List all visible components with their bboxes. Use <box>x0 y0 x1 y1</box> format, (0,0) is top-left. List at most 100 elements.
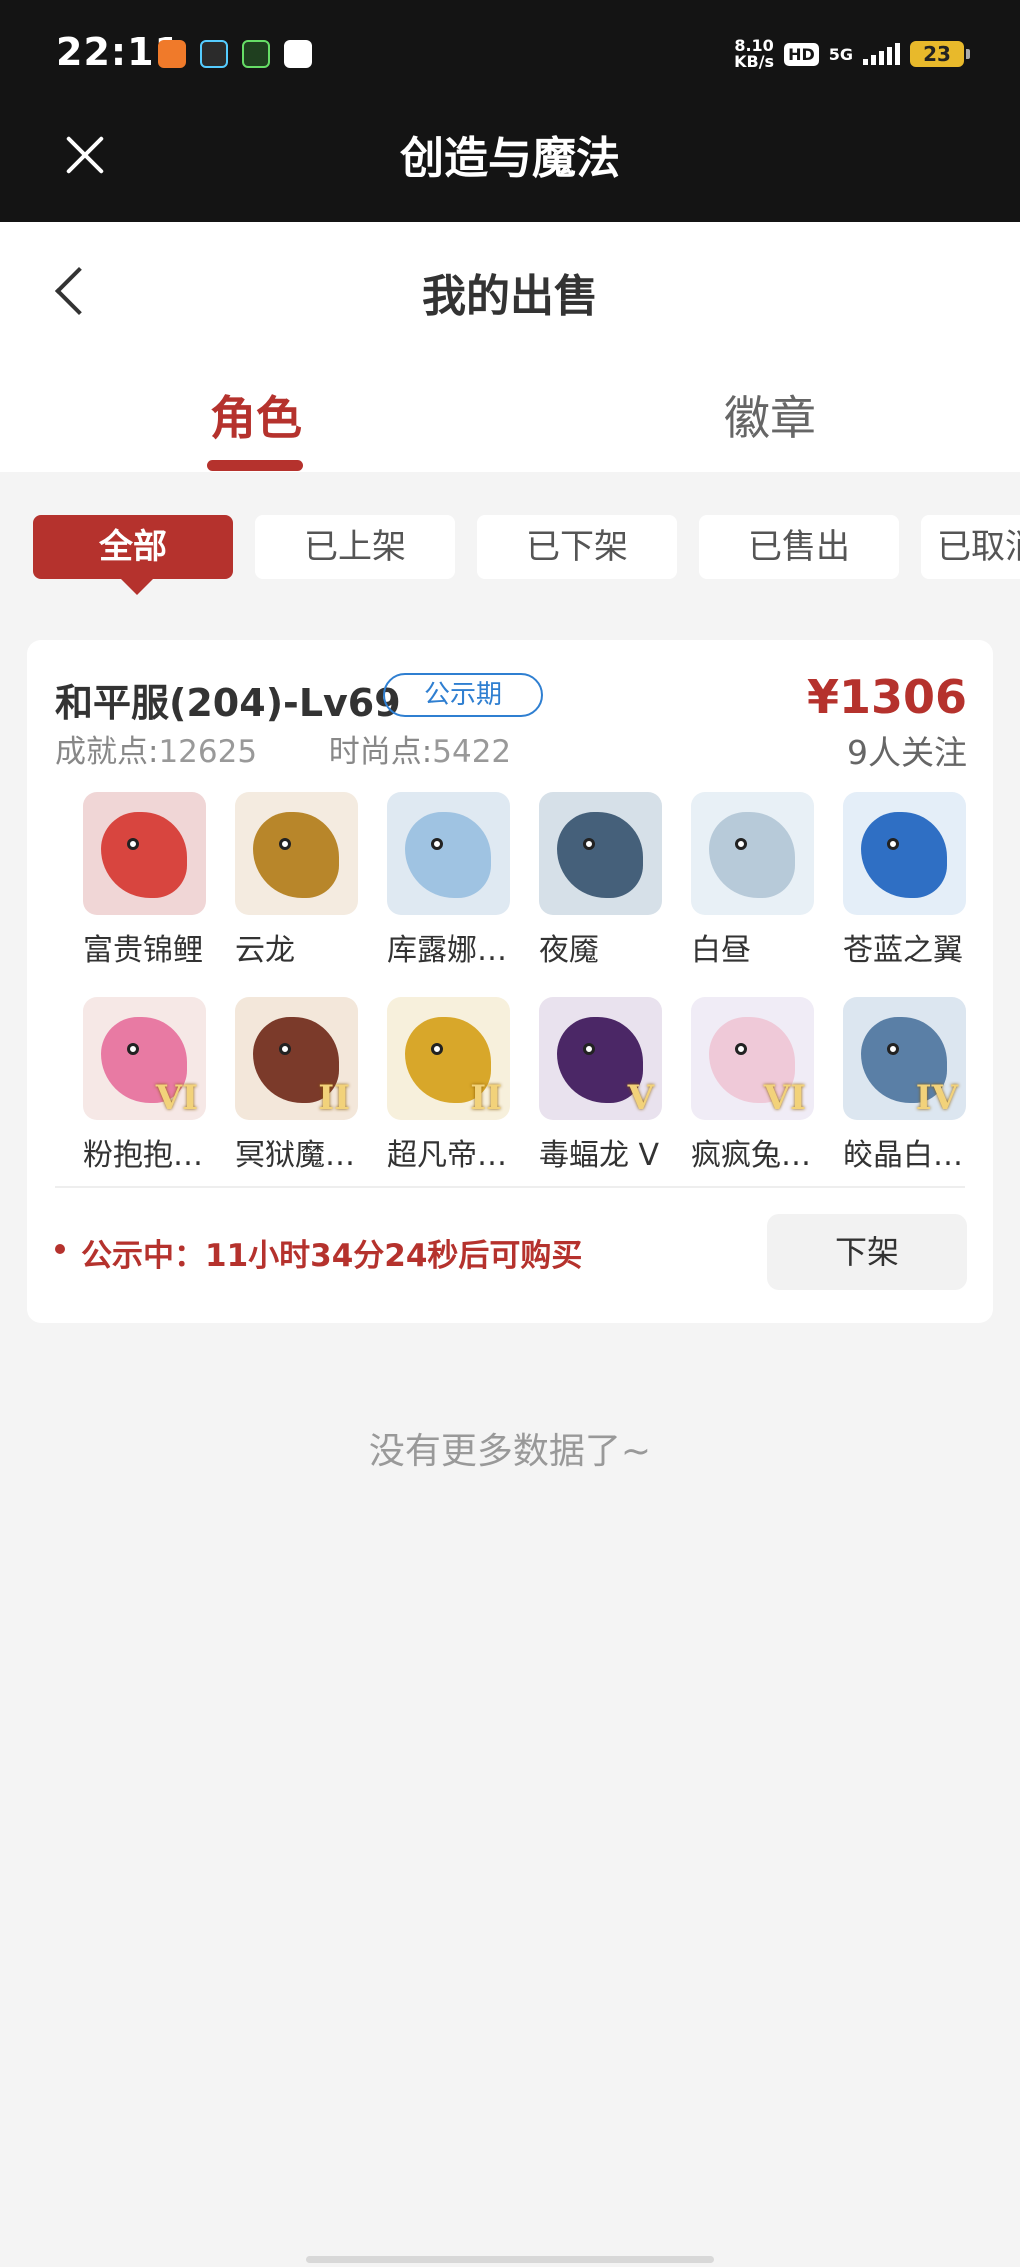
pet-rank: V <box>627 1078 654 1118</box>
pet-item[interactable]: 夜魇 <box>539 792 691 969</box>
battery-icon: 23 <box>910 41 970 67</box>
pet-eye <box>735 1043 747 1055</box>
pet-avatar: IV <box>843 997 966 1120</box>
pet-avatar: VI <box>691 997 814 1120</box>
app-notification-icon <box>158 40 186 68</box>
pet-rank: II <box>470 1078 502 1118</box>
no-more-data: 没有更多数据了~ <box>368 1431 652 1472</box>
home-indicator[interactable] <box>306 2256 714 2263</box>
filter-cancelled[interactable]: 已取消 <box>921 515 1020 579</box>
pet-item[interactable]: IV 皎晶白… <box>843 997 995 1174</box>
pet-name: 云龙 <box>235 933 295 968</box>
pet-avatar: II <box>387 997 510 1120</box>
pet-name: 苍蓝之翼 <box>843 933 963 968</box>
pet-eye <box>431 838 443 850</box>
followers-count: 9人关注 <box>847 733 967 772</box>
pet-avatar: II <box>235 997 358 1120</box>
pet-eye <box>431 1043 443 1055</box>
pet-name: 皎晶白… <box>843 1138 963 1173</box>
pet-item[interactable]: 苍蓝之翼 <box>843 792 995 969</box>
pet-figure <box>101 812 187 898</box>
pet-eye <box>887 1043 899 1055</box>
notice-text: 公示中：11小时34分24秒后可购买 <box>81 1238 583 1274</box>
pet-avatar <box>539 792 662 915</box>
tab-badge[interactable]: 徽章 <box>724 382 816 448</box>
pet-figure <box>557 812 643 898</box>
system-status: 8.10 KB/s HD 5G 23 <box>734 38 970 70</box>
signal-icon <box>863 43 900 65</box>
notice-bullet <box>55 1244 65 1254</box>
filter-listed[interactable]: 已上架 <box>255 515 455 579</box>
pet-item[interactable]: 云龙 <box>235 792 387 969</box>
tiktok-icon <box>200 40 228 68</box>
pet-name: 超凡帝… <box>387 1138 507 1173</box>
pet-item[interactable]: II 冥狱魔… <box>235 997 387 1174</box>
speed-unit: KB/s <box>734 52 775 71</box>
pet-name: 冥狱魔… <box>235 1138 355 1173</box>
pet-eye <box>279 1043 291 1055</box>
listing-card[interactable]: 和平服(204)-Lv69 公示期 ¥1306 成就点:12625 时尚点:54… <box>27 640 993 1323</box>
account-name: 和平服(204)-Lv69 <box>55 681 401 725</box>
fashion-label: 时尚点: <box>328 734 433 770</box>
pet-item[interactable]: 库露娜… <box>387 792 539 969</box>
pet-rank: VI <box>763 1078 806 1118</box>
pet-eye <box>735 838 747 850</box>
pet-figure <box>861 812 947 898</box>
achievement-value: 12625 <box>158 734 258 770</box>
pet-item[interactable]: VI 疯疯兔… <box>691 997 843 1174</box>
pet-avatar <box>387 792 510 915</box>
app-title-bar: 创造与魔法 <box>0 112 1020 222</box>
pet-name: 疯疯兔… <box>691 1138 811 1173</box>
account-stats: 成就点:12625 时尚点:5422 <box>55 726 511 771</box>
pet-eye <box>583 838 595 850</box>
delist-button[interactable]: 下架 <box>767 1214 967 1290</box>
page-title: 我的出售 <box>422 271 598 322</box>
pet-item[interactable]: II 超凡帝… <box>387 997 539 1174</box>
pet-name: 夜魇 <box>539 933 599 968</box>
pet-avatar <box>83 792 206 915</box>
pet-rank: VI <box>155 1078 198 1118</box>
filter-sold[interactable]: 已售出 <box>699 515 899 579</box>
pet-rank: IV <box>915 1078 958 1118</box>
pet-avatar <box>235 792 358 915</box>
pet-eye <box>887 838 899 850</box>
fashion-value: 5422 <box>432 734 512 770</box>
filter-all[interactable]: 全部 <box>33 515 233 595</box>
pet-eye <box>127 838 139 850</box>
tab-role[interactable]: 角色 <box>210 382 302 448</box>
pet-name: 富贵锦鲤 <box>83 933 203 968</box>
achievement-label: 成就点: <box>55 734 159 770</box>
pet-grid: 富贵锦鲤 云龙 库露娜… 夜魇 白昼 苍蓝之翼 VI 粉抱抱… II 冥狱魔… II 超凡帝… V 毒蝠龙… <box>83 792 983 1174</box>
app-title: 创造与魔法 <box>400 133 620 184</box>
hd-icon: HD <box>784 42 819 66</box>
pet-figure <box>405 812 491 898</box>
pet-figure <box>709 812 795 898</box>
filter-delisted[interactable]: 已下架 <box>477 515 677 579</box>
pet-name: 库露娜… <box>387 933 507 968</box>
pet-eye <box>583 1043 595 1055</box>
price: ¥1306 <box>806 670 967 724</box>
pet-name: 粉抱抱… <box>83 1138 203 1173</box>
pet-figure <box>253 812 339 898</box>
pet-avatar: V <box>539 997 662 1120</box>
status-bar: 22:11 8.10 KB/s HD 5G 23 <box>0 0 1020 112</box>
pet-eye <box>127 1043 139 1055</box>
notification-icons <box>158 40 312 68</box>
pet-eye <box>279 838 291 850</box>
pet-avatar <box>691 792 814 915</box>
music-icon <box>242 40 270 68</box>
pet-item[interactable]: VI 粉抱抱… <box>83 997 235 1174</box>
pet-rank: II <box>318 1078 350 1118</box>
status-filters: 全部 已上架 已下架 已售出 已取消 <box>33 515 1020 595</box>
divider <box>55 1186 965 1188</box>
pet-avatar <box>843 792 966 915</box>
pet-item[interactable]: V 毒蝠龙 V <box>539 997 691 1174</box>
pet-avatar: VI <box>83 997 206 1120</box>
pet-item[interactable]: 白昼 <box>691 792 843 969</box>
network-speed: 8.10 KB/s <box>734 38 774 70</box>
pet-name: 白昼 <box>691 933 751 968</box>
pet-item[interactable]: 富贵锦鲤 <box>83 792 235 969</box>
active-tab-indicator <box>207 460 303 471</box>
page-header: 我的出售 角色 徽章 <box>0 222 1020 472</box>
pet-name: 毒蝠龙 V <box>539 1138 660 1173</box>
